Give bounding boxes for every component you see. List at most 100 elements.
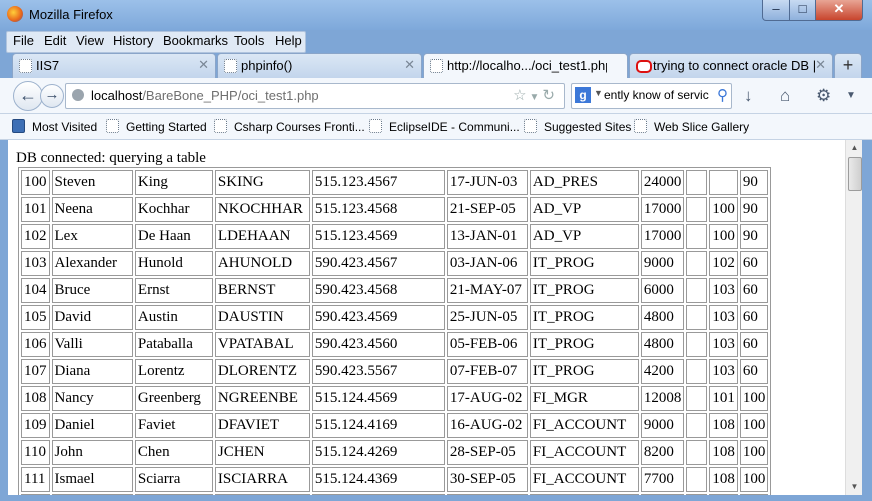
table-cell: ISCIARRA (214, 467, 310, 492)
url-path: /BareBone_PHP/oci_test1.php (142, 88, 319, 103)
bookmark-web-slice-gallery[interactable]: Web Slice Gallery (634, 119, 749, 134)
tab-close-icon[interactable]: ✕ (815, 57, 826, 73)
home-icon[interactable]: ⌂ (780, 86, 790, 106)
table-cell: FI_ACCOUNT (529, 467, 639, 492)
table-cell: Pataballa (134, 332, 213, 357)
search-icon[interactable]: ⚲ (717, 86, 728, 104)
table-cell: 12008 (640, 386, 685, 411)
url-actions: ☆▼↻ (513, 86, 558, 104)
bookmarks-toolbar: Most Visited Getting Started Csharp Cour… (0, 114, 872, 140)
bookmark-label: Most Visited (32, 120, 98, 134)
table-cell: Chen (134, 440, 213, 465)
title-bar: Mozilla Firefox – □ ✕ (0, 0, 872, 30)
url-host: localhost (91, 88, 143, 103)
tab-oci-test[interactable]: http://localho.../oci_test1.php (423, 53, 628, 79)
chevron-down-icon[interactable]: ▼ (594, 88, 603, 98)
table-cell: 90 (739, 170, 769, 195)
page-heading: DB connected: querying a table (16, 150, 206, 166)
dropdown-icon[interactable]: ▼ (530, 92, 543, 103)
table-cell: 60 (739, 359, 769, 384)
menu-help[interactable]: Help (275, 33, 302, 48)
table-cell: Lorentz (134, 359, 213, 384)
vertical-scrollbar[interactable]: ▲ ▼ (845, 140, 863, 495)
tab-close-icon[interactable]: ✕ (404, 57, 415, 73)
table-cell: Faviet (134, 413, 213, 438)
oracle-icon (636, 60, 652, 73)
table-cell: IT_PROG (529, 251, 639, 276)
table-row: 100 Steven King SKING 515.123.4567 17-JUN-03 A… (21, 170, 769, 195)
table-cell: 17000 (640, 197, 685, 222)
download-icon[interactable]: ↓ (744, 86, 753, 106)
table-cell (686, 359, 708, 384)
bookmark-getting-started[interactable]: Getting Started (106, 119, 207, 134)
close-button[interactable]: ✕ (815, 0, 863, 21)
table-cell: AD_VP (529, 197, 639, 222)
scroll-thumb[interactable] (848, 157, 862, 191)
menu-edit[interactable]: Edit (44, 33, 66, 48)
bookmark-most-visited[interactable]: Most Visited (12, 119, 97, 134)
table-row: 103 Alexander Hunold AHUNOLD 590.423.4567 03-… (21, 251, 769, 276)
table-cell: 17-AUG-02 (446, 386, 528, 411)
table-cell: 108 (709, 467, 738, 492)
table-cell: 100 (739, 440, 769, 465)
menu-history[interactable]: History (113, 33, 153, 48)
table-cell: 101 (21, 197, 50, 222)
google-icon[interactable]: g (575, 87, 591, 103)
back-button[interactable]: ← (13, 81, 43, 111)
table-cell: 108 (709, 413, 738, 438)
table-cell: 590.423.4567 (311, 251, 445, 276)
minimize-button[interactable]: – (762, 0, 790, 21)
globe-icon (72, 89, 84, 101)
menu-bookmarks[interactable]: Bookmarks (163, 33, 228, 48)
table-cell: 05-FEB-06 (446, 332, 528, 357)
table-cell: 106 (21, 332, 50, 357)
menu-chevron-icon[interactable]: ▼ (846, 90, 856, 101)
table-cell: 103 (21, 251, 50, 276)
bookmark-csharp-courses[interactable]: Csharp Courses Fronti... (214, 119, 365, 134)
menu-tools[interactable]: Tools (234, 33, 264, 48)
table-cell: DAUSTIN (214, 305, 310, 330)
page-icon (106, 119, 119, 133)
address-bar[interactable]: localhost/BareBone_PHP/oci_test1.php ☆▼↻ (65, 83, 565, 109)
menu-view[interactable]: View (76, 33, 104, 48)
menu-file[interactable]: File (13, 33, 34, 48)
tab-oracle-question[interactable]: trying to connect oracle DB | ... ✕ (629, 53, 833, 78)
tab-close-icon[interactable]: ✕ (198, 57, 209, 73)
table-cell: 4800 (640, 305, 685, 330)
bookmark-suggested-sites[interactable]: Suggested Sites (524, 119, 631, 134)
table-cell: David (51, 305, 133, 330)
table-row: 102 Lex De Haan LDEHAAN 515.123.4569 13-JAN-0… (21, 224, 769, 249)
search-input[interactable]: ently know of servic (604, 88, 709, 102)
scroll-up-icon[interactable]: ▲ (846, 140, 863, 156)
tab-strip: IIS7 ✕ phpinfo() ✕ http://localho.../oci… (0, 52, 872, 79)
table-cell: 21-MAY-07 (446, 278, 528, 303)
table-row: 109 Daniel Faviet DFAVIET 515.124.4169 16-AUG… (21, 413, 769, 438)
scroll-down-icon[interactable]: ▼ (846, 479, 863, 495)
tab-label: http://localho.../oci_test1.php (447, 58, 607, 73)
bookmark-eclipse-ide[interactable]: EclipseIDE - Communi... (369, 119, 520, 134)
table-cell: 100 (739, 413, 769, 438)
table-cell (686, 278, 708, 303)
reload-icon[interactable]: ↻ (542, 87, 558, 104)
table-row: 110 John Chen JCHEN 515.124.4269 28-SEP-05 FI_… (21, 440, 769, 465)
addon-icon[interactable]: ⚙ (816, 86, 831, 106)
forward-button[interactable]: → (40, 84, 64, 108)
table-cell (686, 224, 708, 249)
table-cell (686, 440, 708, 465)
table-cell: Ernst (134, 278, 213, 303)
table-cell: 30-SEP-05 (446, 467, 528, 492)
table-cell: NKOCHHAR (214, 197, 310, 222)
table-cell: 590.423.5567 (311, 359, 445, 384)
table-row: 105 David Austin DAUSTIN 590.423.4569 25-JUN-… (21, 305, 769, 330)
table-cell: 9000 (640, 251, 685, 276)
tab-phpinfo[interactable]: phpinfo() ✕ (217, 53, 422, 78)
table-cell: 109 (21, 413, 50, 438)
star-icon[interactable]: ☆ (513, 87, 529, 104)
table-cell: 103 (709, 305, 738, 330)
new-tab-button[interactable]: + (834, 53, 862, 78)
table-cell: 102 (21, 224, 50, 249)
tab-iis7[interactable]: IIS7 ✕ (12, 53, 216, 78)
search-bar[interactable]: g ▼ ently know of servic ⚲ (571, 83, 732, 109)
maximize-button[interactable]: □ (789, 0, 816, 21)
browser-window: Mozilla Firefox – □ ✕ File Edit View His… (0, 0, 872, 501)
